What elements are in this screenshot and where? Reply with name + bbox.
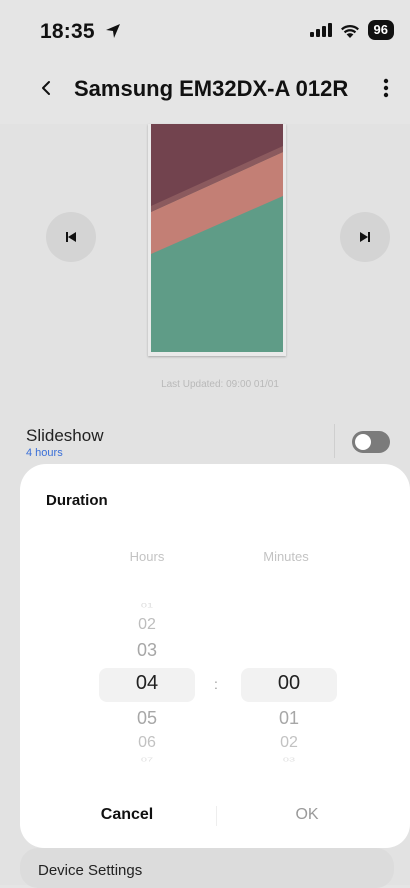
toggle-knob	[355, 434, 371, 450]
device-settings-label[interactable]: Device Settings	[38, 862, 142, 879]
more-options-button[interactable]	[374, 74, 398, 102]
sheet-title: Duration	[46, 492, 108, 509]
last-updated-text: Last Updated: 09:00 01/01	[161, 379, 279, 390]
location-arrow-icon	[105, 24, 120, 38]
minutes-option[interactable]: 02	[259, 734, 319, 752]
skip-next-icon	[360, 232, 370, 242]
status-icons: 96	[309, 20, 394, 40]
hours-option[interactable]: 03	[117, 640, 177, 661]
ok-button[interactable]: OK	[262, 806, 352, 824]
skip-previous-icon	[66, 232, 76, 242]
hours-picker[interactable]: 01 02 03 04 05 06 07	[117, 596, 177, 766]
button-divider	[216, 806, 217, 826]
minutes-option[interactable]: 01	[259, 708, 319, 729]
hours-option[interactable]: 06	[117, 734, 177, 752]
slideshow-label: Slideshow	[26, 426, 104, 445]
back-button[interactable]	[34, 74, 58, 102]
preview-image	[151, 124, 283, 352]
hours-option-selected[interactable]: 04	[117, 672, 177, 695]
content-preview	[148, 124, 286, 356]
hours-option[interactable]: 05	[117, 708, 177, 729]
time-separator: :	[214, 676, 218, 692]
battery-level: 96	[367, 20, 394, 40]
minutes-column-label: Minutes	[263, 549, 309, 564]
page-title: Samsung EM32DX-A 012R	[74, 76, 349, 101]
duration-sheet	[20, 464, 410, 848]
hours-option[interactable]: 02	[117, 616, 177, 634]
more-vertical-icon	[383, 78, 389, 98]
minutes-option-selected[interactable]: 00	[259, 672, 319, 695]
status-time: 18:35	[40, 20, 121, 44]
cancel-button[interactable]: Cancel	[82, 806, 172, 824]
minutes-picker[interactable]: 00 01 02 03	[259, 596, 319, 766]
next-button[interactable]	[340, 212, 390, 262]
previous-button[interactable]	[46, 212, 96, 262]
minutes-option[interactable]: 03	[259, 757, 319, 763]
slideshow-toggle[interactable]	[352, 431, 390, 453]
hours-column-label: Hours	[129, 549, 165, 564]
chevron-left-icon	[42, 81, 50, 95]
hours-option[interactable]: 07	[117, 757, 177, 763]
hours-option[interactable]: 01	[117, 603, 177, 610]
wifi-icon	[340, 24, 359, 38]
slideshow-divider	[334, 424, 335, 458]
slideshow-duration-value[interactable]: 4 hours	[26, 447, 63, 459]
cellular-signal-icon	[309, 23, 332, 37]
